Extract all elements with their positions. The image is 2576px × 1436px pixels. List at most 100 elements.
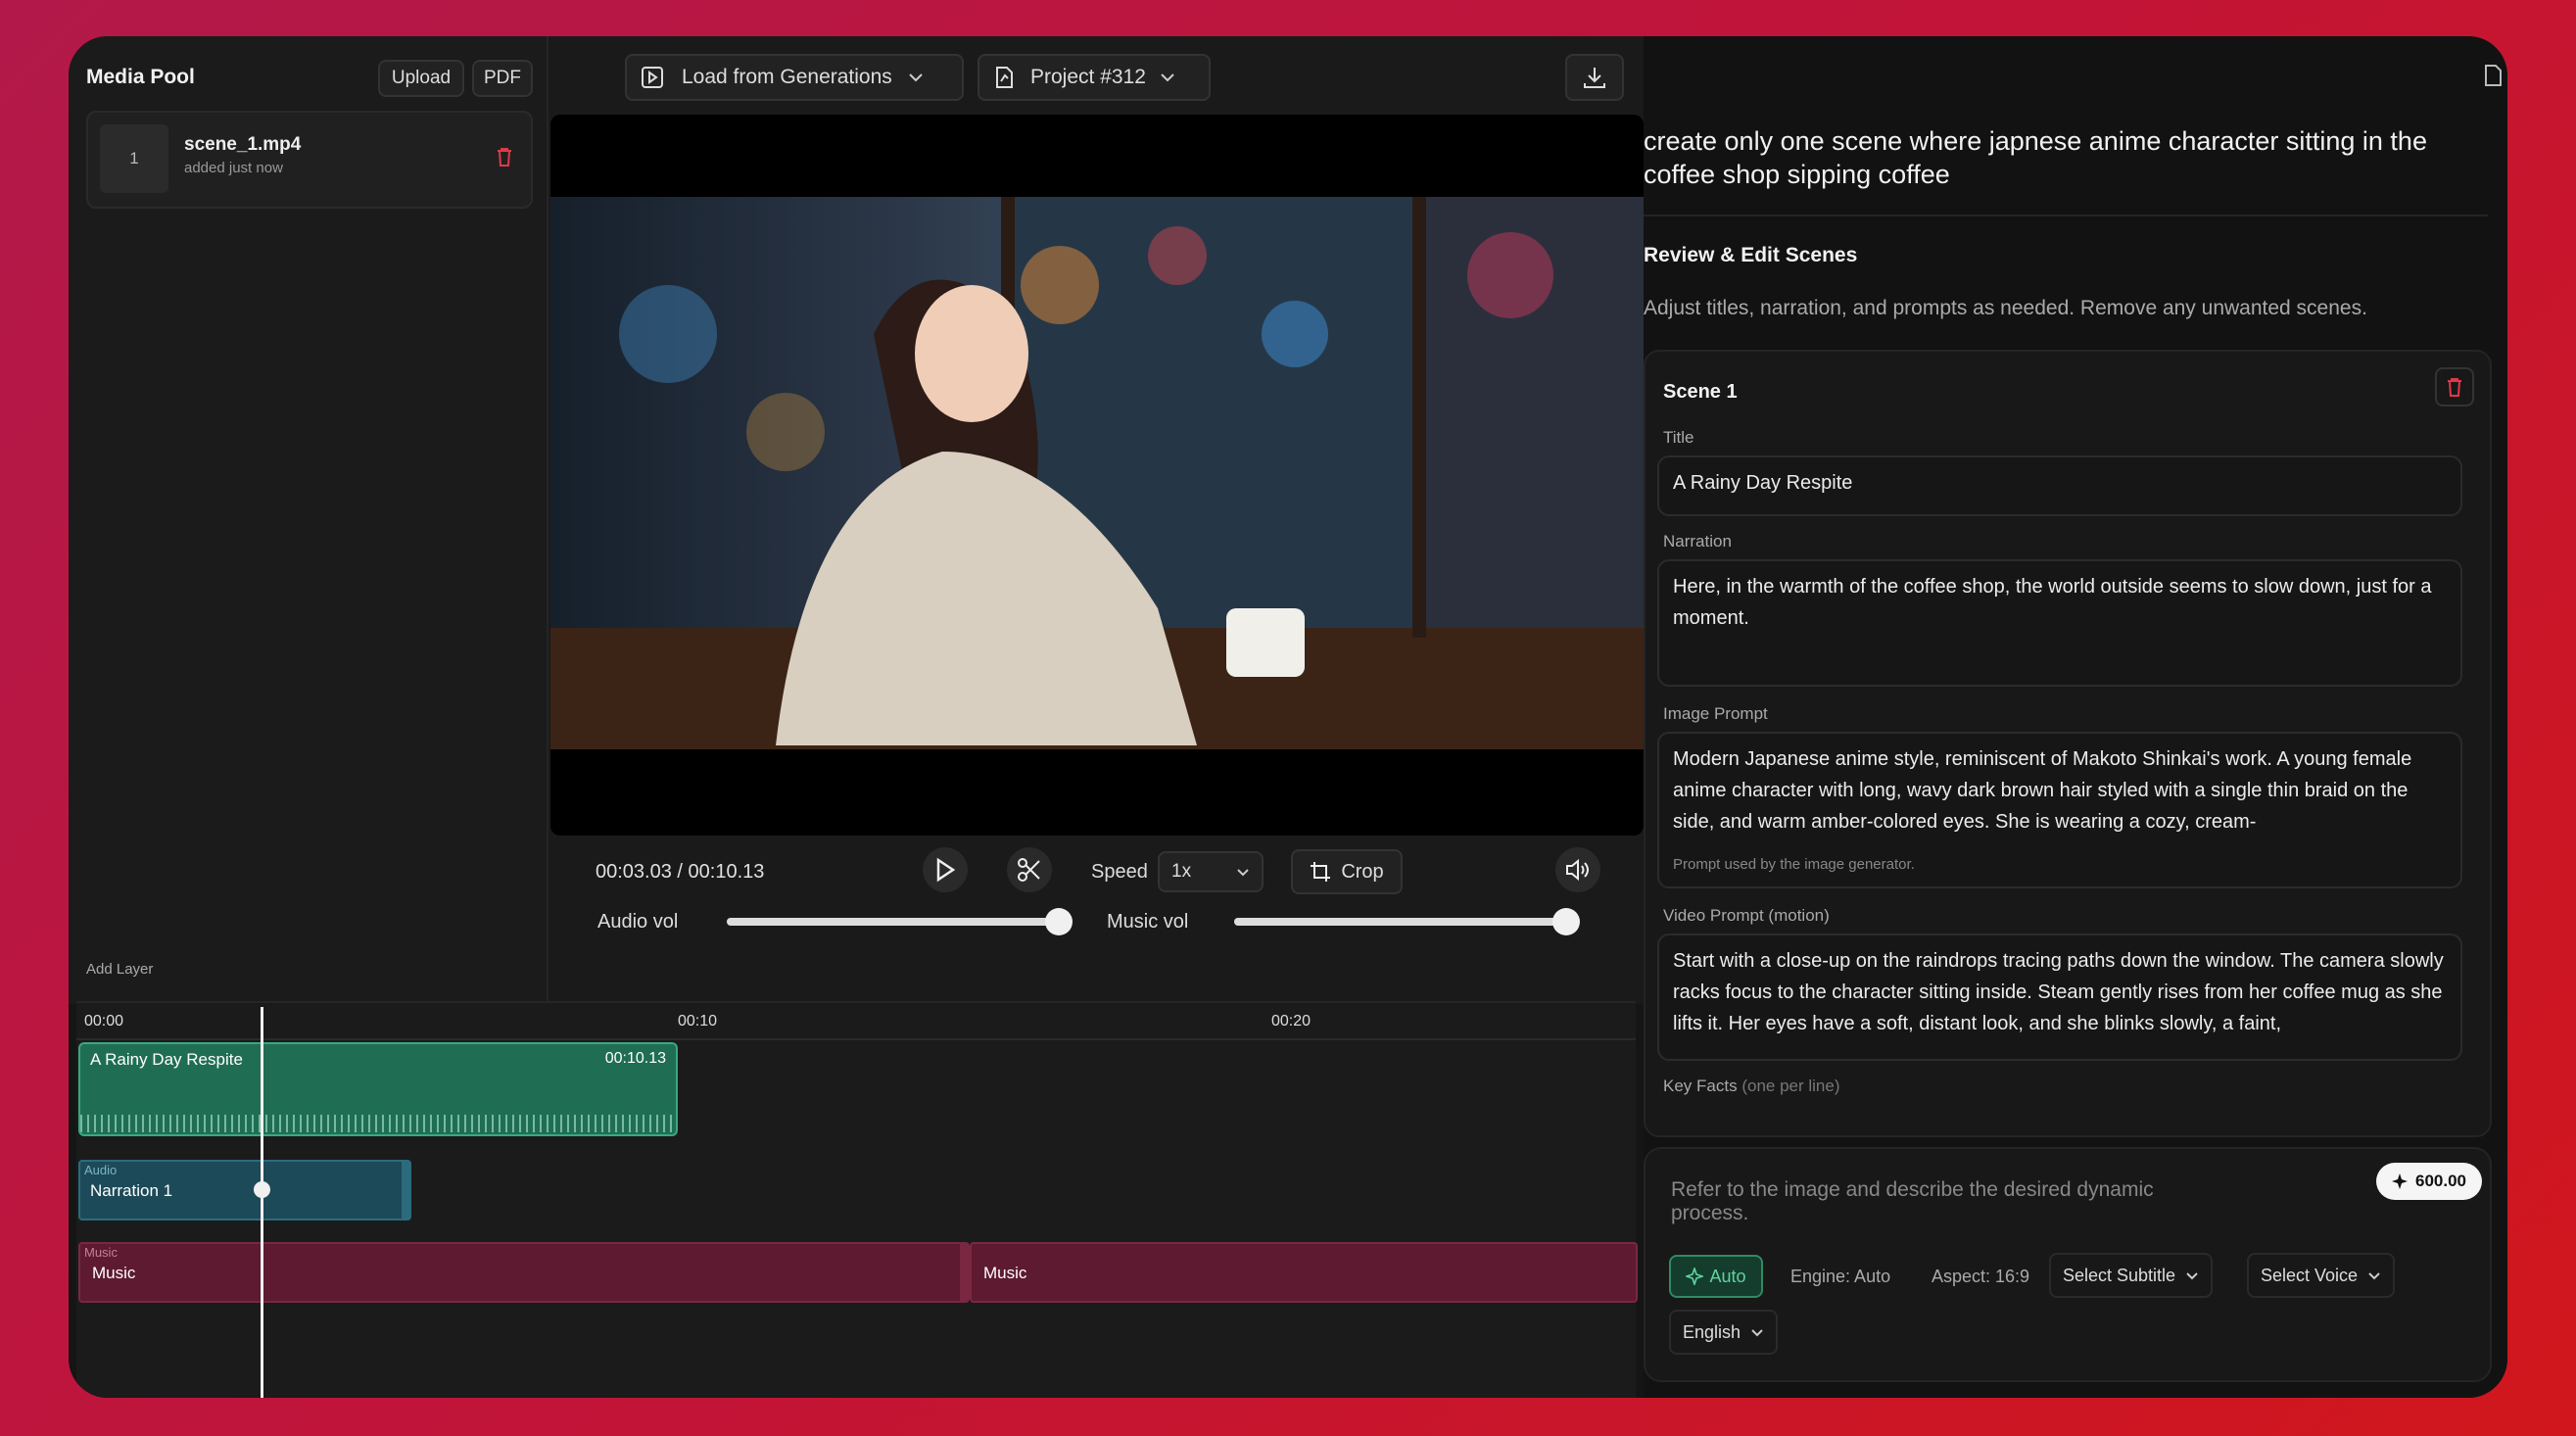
download-button[interactable] xyxy=(1565,54,1624,101)
scene-name: Scene 1 xyxy=(1663,381,1738,403)
video-clip[interactable]: A Rainy Day Respite 00:10.13 xyxy=(78,1042,678,1136)
narration-textarea[interactable]: Here, in the warmth of the coffee shop, … xyxy=(1657,559,2462,687)
music-track-clip[interactable]: Music Music xyxy=(78,1242,970,1303)
video-clip-waveform xyxy=(80,1115,676,1132)
project-label: Project #312 xyxy=(1030,66,1146,88)
video-prompt-label: Video Prompt (motion) xyxy=(1663,906,1830,925)
split-button[interactable] xyxy=(1007,847,1052,892)
image-prompt-field[interactable]: Modern Japanese anime style, reminiscent… xyxy=(1657,732,2462,888)
media-item-meta: added just now xyxy=(184,160,283,176)
credits-badge: 600.00 xyxy=(2376,1163,2482,1200)
music-vol-slider[interactable] xyxy=(1234,908,1580,935)
speed-label: Speed xyxy=(1091,861,1148,883)
media-pool-title: Media Pool xyxy=(86,66,195,88)
chevron-down-icon xyxy=(2185,1271,2199,1280)
audio-vol-handle[interactable] xyxy=(1045,908,1073,935)
review-title: Review & Edit Scenes xyxy=(1644,244,1858,266)
chevron-down-icon xyxy=(1160,72,1175,82)
aspect-label[interactable]: Aspect: 16:9 xyxy=(1932,1267,2029,1287)
trash-icon[interactable] xyxy=(496,146,513,168)
subtitle-select[interactable]: Select Subtitle xyxy=(2049,1253,2214,1298)
crop-label: Crop xyxy=(1341,860,1384,883)
pdf-button[interactable]: PDF xyxy=(472,60,533,97)
document-icon xyxy=(993,66,1015,89)
chevron-down-icon xyxy=(908,72,924,82)
load-from-generations-label: Load from Generations xyxy=(682,66,892,88)
language-select-value: English xyxy=(1683,1321,1741,1342)
delete-scene-button[interactable] xyxy=(2435,367,2474,407)
music-clip-resize-handle[interactable] xyxy=(960,1244,968,1301)
play-button[interactable] xyxy=(923,847,968,892)
video-clip-duration: 00:10.13 xyxy=(604,1050,666,1067)
image-prompt-textarea[interactable]: Modern Japanese anime style, reminiscent… xyxy=(1673,743,2447,843)
audio-track-clip[interactable]: Audio Narration 1 xyxy=(78,1160,411,1221)
volume-button[interactable] xyxy=(1555,847,1600,892)
language-select[interactable]: English xyxy=(1669,1310,1779,1355)
media-item-name: scene_1.mp4 xyxy=(184,134,302,155)
audio-vol-slider[interactable] xyxy=(727,908,1073,935)
video-clip-title: A Rainy Day Respite xyxy=(90,1050,243,1069)
expand-icon[interactable] xyxy=(2482,64,2504,87)
crop-button[interactable]: Crop xyxy=(1291,849,1403,894)
ruler-tick: 00:20 xyxy=(1271,1013,1312,1029)
music-vol-fill xyxy=(1234,918,1560,926)
music-track-tag: Music xyxy=(84,1245,118,1260)
add-layer-button[interactable]: Add Layer xyxy=(86,961,153,978)
audio-clip-resize-handle[interactable] xyxy=(402,1162,409,1219)
voice-select[interactable]: Select Voice xyxy=(2247,1253,2396,1298)
play-square-icon xyxy=(641,66,664,89)
engine-label[interactable]: Engine: Auto xyxy=(1790,1267,1890,1287)
video-frame-image xyxy=(550,197,1644,749)
music-clip-label: Music xyxy=(92,1264,136,1282)
audio-track-tag: Audio xyxy=(84,1163,118,1177)
media-item-thumbnail: 1 xyxy=(100,124,168,193)
audio-vol-fill xyxy=(727,918,1053,926)
music-track-clip[interactable]: Music xyxy=(970,1242,1638,1303)
subtitle-select-value: Select Subtitle xyxy=(2063,1265,2176,1285)
ruler-tick: 00:00 xyxy=(84,1013,124,1029)
key-facts-hint: (one per line) xyxy=(1741,1077,1840,1095)
composer: Refer to the image and describe the desi… xyxy=(1644,1147,2492,1382)
upload-button[interactable]: Upload xyxy=(378,60,464,97)
music-vol-handle[interactable] xyxy=(1552,908,1580,935)
media-pool-panel: Media Pool Upload PDF 1 scene_1.mp4 adde… xyxy=(69,36,549,1004)
video-preview[interactable] xyxy=(550,115,1644,836)
speed-value: 1x xyxy=(1171,861,1192,882)
trash-icon xyxy=(2446,376,2463,398)
project-dropdown[interactable]: Project #312 xyxy=(978,54,1211,101)
playhead[interactable] xyxy=(261,1007,263,1398)
key-facts-title: Key Facts xyxy=(1663,1077,1738,1095)
media-item[interactable]: 1 scene_1.mp4 added just now xyxy=(86,111,533,209)
composer-input[interactable]: Refer to the image and describe the desi… xyxy=(1671,1178,2219,1225)
chevron-down-icon xyxy=(1236,868,1250,877)
credits-value: 600.00 xyxy=(2415,1172,2466,1190)
sparkle-icon xyxy=(1686,1268,1704,1285)
image-prompt-label: Image Prompt xyxy=(1663,704,1768,723)
image-prompt-hint: Prompt used by the image generator. xyxy=(1673,856,1915,873)
sparkle-icon xyxy=(2392,1173,2408,1189)
music-clip-label: Music xyxy=(983,1264,1027,1282)
auto-label: Auto xyxy=(1709,1266,1746,1286)
crop-icon xyxy=(1310,861,1331,883)
user-prompt: create only one scene where japnese anim… xyxy=(1644,126,2427,189)
chevron-down-icon xyxy=(2367,1271,2381,1280)
review-description: Adjust titles, narration, and prompts as… xyxy=(1644,297,2367,319)
scene-card: Scene 1 Title A Rainy Day Respite Narrat… xyxy=(1644,350,2492,1137)
timeline-ruler[interactable]: 00:00 00:10 00:20 xyxy=(76,1003,1636,1040)
video-prompt-textarea[interactable]: Start with a close-up on the raindrops t… xyxy=(1657,933,2462,1061)
preview-panel: Load from Generations Project #312 00:03… xyxy=(549,36,1709,1004)
auto-mode-button[interactable]: Auto xyxy=(1669,1255,1763,1298)
download-icon xyxy=(1582,65,1607,90)
narration-clip-label: Narration 1 xyxy=(90,1181,173,1200)
playback-time: 00:03.03 / 00:10.13 xyxy=(596,861,765,883)
divider xyxy=(1644,215,2488,216)
playhead-marker[interactable] xyxy=(254,1181,270,1198)
speaker-icon xyxy=(1565,858,1591,882)
title-input[interactable]: A Rainy Day Respite xyxy=(1657,455,2462,516)
speed-select[interactable]: 1x xyxy=(1158,851,1264,892)
timeline: 00:00 00:10 00:20 A Rainy Day Respite 00… xyxy=(76,1001,1638,1398)
voice-select-value: Select Voice xyxy=(2261,1265,2359,1285)
scene-editor-panel: create only one scene where japnese anim… xyxy=(1644,36,2507,1398)
play-icon xyxy=(934,857,956,883)
load-from-generations-dropdown[interactable]: Load from Generations xyxy=(625,54,964,101)
